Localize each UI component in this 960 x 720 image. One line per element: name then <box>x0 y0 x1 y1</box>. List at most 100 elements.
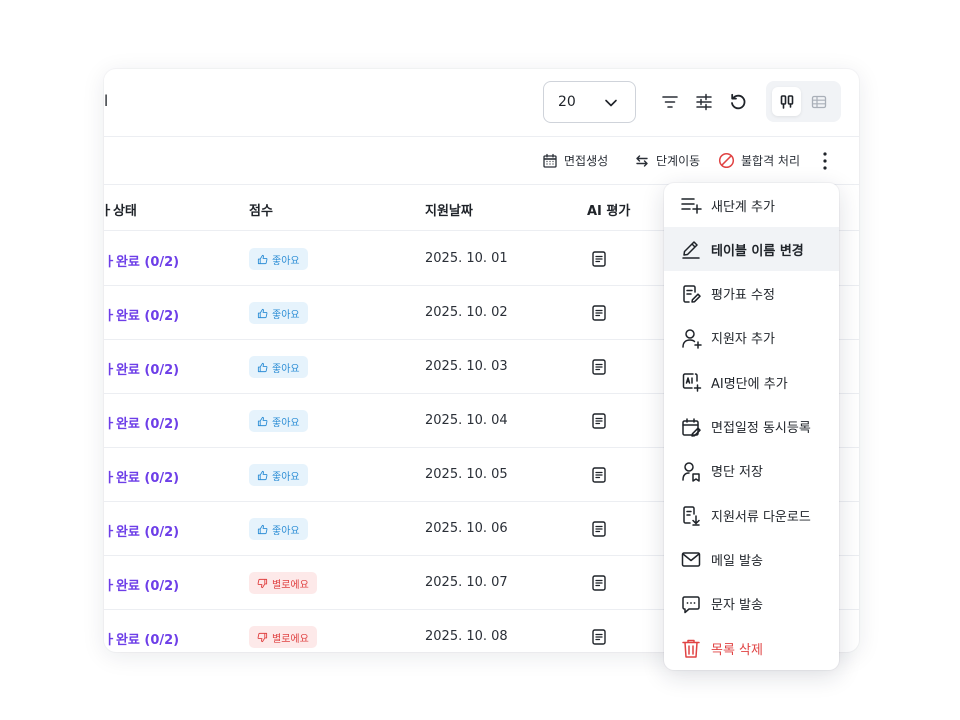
document-icon[interactable] <box>590 628 608 646</box>
score-badge: 별로에요 <box>249 572 317 594</box>
page-size-value: 20 <box>558 94 576 110</box>
score-label: 좋아요 <box>272 255 300 267</box>
document-icon[interactable] <box>590 412 608 430</box>
score-label: 좋아요 <box>272 309 300 321</box>
thumbs-down-icon <box>257 578 268 588</box>
move-stage-button[interactable]: 단계이동 <box>634 152 700 169</box>
document-icon[interactable] <box>590 574 608 592</box>
document-icon[interactable] <box>590 520 608 538</box>
prohibited-icon <box>718 152 735 169</box>
bulk-action-bar: 면접생성 단계이동 불합격 처리 <box>104 138 859 185</box>
menu-item-add-user[interactable]: 지원자 추가 <box>664 316 839 360</box>
thumbs-up-icon <box>257 470 268 480</box>
column-header-status[interactable]: ㅏ상태 <box>104 200 137 219</box>
apply-date-cell: 2025. 10. 01 <box>425 251 508 266</box>
menu-item-user-bookmark[interactable]: 명단 저장 <box>664 449 839 493</box>
score-label: 별로에요 <box>272 633 309 645</box>
document-icon[interactable] <box>590 466 608 484</box>
more-vertical-icon[interactable] <box>816 150 834 172</box>
status-cell: ㅏ완료 (0/2) <box>104 255 180 270</box>
chevron-down-icon <box>605 99 617 107</box>
score-badge: 좋아요 <box>249 302 308 324</box>
chat-icon <box>682 595 700 613</box>
create-interview-button[interactable]: 면접생성 <box>542 152 608 169</box>
column-header-date[interactable]: 지원날짜 <box>425 200 473 219</box>
menu-item-pencil[interactable]: 테이블 이름 변경 <box>664 227 839 272</box>
score-badge: 좋아요 <box>249 356 308 378</box>
menu-item-calendar-edit[interactable]: 면접일정 동시등록 <box>664 405 839 449</box>
score-label: 좋아요 <box>272 525 300 537</box>
score-badge: 좋아요 <box>249 248 308 270</box>
reject-label: 불합격 처리 <box>741 154 801 168</box>
menu-item-label: 평가표 수정 <box>711 288 775 304</box>
thumbs-up-icon <box>257 416 268 426</box>
menu-item-label: 문자 발송 <box>711 598 763 614</box>
status-cell: ㅏ완료 (0/2) <box>104 417 180 432</box>
view-toggle <box>766 81 841 122</box>
kanban-view-icon <box>780 94 793 109</box>
column-header-score[interactable]: 점수 <box>249 200 273 219</box>
edit-document-icon <box>683 284 701 303</box>
swap-arrows-icon <box>636 154 648 167</box>
status-cell: ㅏ완료 (0/2) <box>104 633 180 648</box>
table-view-icon <box>811 95 826 108</box>
column-header-ai-eval[interactable]: AI 평가 <box>587 200 630 219</box>
document-icon[interactable] <box>590 304 608 322</box>
sliders-icon[interactable] <box>693 91 715 113</box>
status-cell: ㅏ완료 (0/2) <box>104 579 180 594</box>
create-interview-label: 면접생성 <box>564 154 609 168</box>
thumbs-up-icon <box>257 524 268 534</box>
more-actions-menu: 새단계 추가테이블 이름 변경평가표 수정지원자 추가 AI명단에 추가면접일정 … <box>664 183 839 670</box>
status-cell: ㅏ완료 (0/2) <box>104 309 180 324</box>
status-cell: ㅏ완료 (0/2) <box>104 525 180 540</box>
score-badge: 좋아요 <box>249 464 308 486</box>
document-icon[interactable] <box>590 250 608 268</box>
calendar-icon <box>543 153 557 168</box>
kanban-view-button[interactable] <box>772 87 801 116</box>
menu-item-add-stage[interactable]: 새단계 추가 <box>664 183 839 227</box>
menu-item-edit-document[interactable]: 평가표 수정 <box>664 272 839 316</box>
status-cell: ㅏ완료 (0/2) <box>104 363 180 378</box>
thumbs-up-icon <box>257 308 268 318</box>
apply-date-cell: 2025. 10. 06 <box>425 521 508 536</box>
add-stage-icon <box>681 198 702 214</box>
document-icon[interactable] <box>590 358 608 376</box>
menu-item-chat[interactable]: 문자 발송 <box>664 582 839 626</box>
document-download-icon <box>683 506 700 526</box>
page-size-select[interactable]: 20 <box>543 81 636 123</box>
thumbs-up-icon <box>257 254 268 264</box>
score-badge: 별로에요 <box>249 626 317 648</box>
toolbar-title-fragment: l <box>104 92 109 110</box>
mail-icon <box>681 552 701 568</box>
filter-icon[interactable] <box>659 91 681 113</box>
trash-icon <box>682 639 700 658</box>
menu-item-label: 지원자 추가 <box>711 332 775 348</box>
reject-button[interactable]: 불합격 처리 <box>718 152 800 169</box>
score-badge: 좋아요 <box>249 410 308 432</box>
status-cell: ㅏ완료 (0/2) <box>104 471 180 486</box>
apply-date-cell: 2025. 10. 02 <box>425 305 508 320</box>
thumbs-down-icon <box>257 632 268 642</box>
menu-item-label: AI명단에 추가 <box>711 376 788 392</box>
menu-item-label: 테이블 이름 변경 <box>711 243 804 259</box>
menu-item-document-download[interactable]: 지원서류 다운로드 <box>664 493 839 537</box>
menu-item-ai-add[interactable]: AI명단에 추가 <box>664 360 839 404</box>
menu-item-label: 명단 저장 <box>711 465 763 481</box>
menu-item-label: 새단계 추가 <box>711 199 775 215</box>
move-stage-label: 단계이동 <box>656 154 701 168</box>
refresh-icon[interactable] <box>727 91 749 113</box>
menu-item-label: 지원서류 다운로드 <box>711 509 811 525</box>
menu-item-trash[interactable]: 목록 삭제 <box>664 626 839 670</box>
menu-item-label: 면접일정 동시등록 <box>711 421 811 436</box>
ai-add-icon <box>682 373 702 392</box>
menu-item-label: 목록 삭제 <box>711 642 763 658</box>
table-toolbar: l 20 <box>104 69 859 137</box>
user-bookmark-icon <box>682 462 700 482</box>
apply-date-cell: 2025. 10. 04 <box>425 413 508 428</box>
score-label: 별로에요 <box>272 579 309 591</box>
apply-date-cell: 2025. 10. 05 <box>425 467 508 482</box>
menu-item-mail[interactable]: 메일 발송 <box>664 537 839 581</box>
add-user-icon <box>682 329 702 349</box>
apply-date-cell: 2025. 10. 08 <box>425 629 508 644</box>
table-view-button[interactable] <box>804 87 833 116</box>
